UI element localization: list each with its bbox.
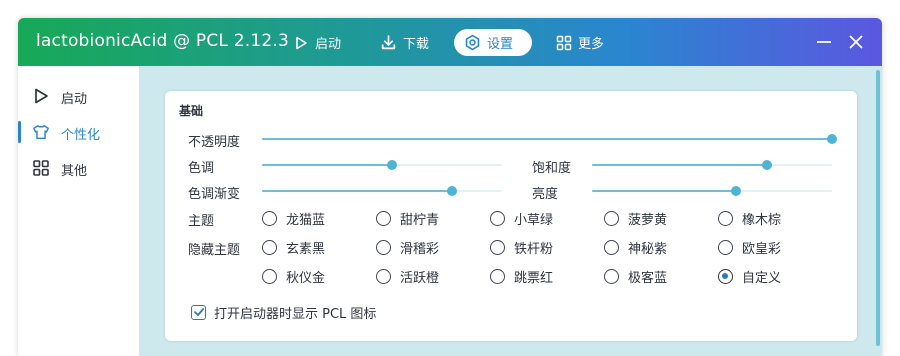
radio-label: 活跃橙 — [400, 270, 440, 286]
saturation-slider[interactable] — [592, 160, 832, 170]
theme-radio[interactable]: 小草绿 — [490, 209, 554, 228]
radio-label: 小草绿 — [514, 212, 554, 228]
nav-settings-label: 设置 — [487, 37, 514, 52]
basics-card: 基础 不透明度 色调 饱和度 色调渐变 亮度 主题 隐藏主题 打开启动器时显示 … — [165, 91, 857, 341]
brightness-label: 亮度 — [532, 187, 559, 202]
radio-circle[interactable] — [718, 268, 733, 284]
radio-label: 龙猫蓝 — [286, 212, 326, 228]
radio-circle[interactable] — [490, 210, 505, 226]
opacity-label: 不透明度 — [188, 135, 241, 150]
theme-radio[interactable]: 甜柠青 — [376, 209, 440, 228]
nav-launch-label: 启动 — [315, 37, 342, 52]
theme-radio[interactable]: 欧皇彩 — [718, 238, 782, 257]
radio-label: 自定义 — [742, 270, 782, 286]
show-pcl-icon-checkbox[interactable]: 打开启动器时显示 PCL 图标 — [191, 303, 377, 322]
hue-gradient-slider[interactable] — [262, 186, 502, 196]
nav-download-label: 下载 — [403, 37, 430, 52]
theme-radio[interactable]: 极客蓝 — [604, 267, 668, 286]
radio-label: 欧皇彩 — [742, 241, 782, 257]
radio-label: 菠萝黄 — [628, 212, 668, 228]
radio-circle[interactable] — [490, 268, 505, 284]
slider-thumb[interactable] — [386, 160, 397, 170]
hidden-theme-label: 隐藏主题 — [188, 243, 241, 258]
radio-label: 铁杆粉 — [514, 241, 554, 257]
minimize-icon[interactable] — [814, 32, 834, 52]
radio-circle[interactable] — [604, 268, 619, 284]
launcher-window: lactobionicAcid @ PCL 2.12.3 启动 下载 设置 更多… — [18, 18, 882, 356]
sidebar-item-personalize[interactable]: 个性化 — [18, 115, 139, 149]
sidebar-item-launch[interactable]: 启动 — [18, 79, 139, 113]
radio-circle[interactable] — [604, 239, 619, 255]
hue-slider[interactable] — [262, 160, 502, 170]
theme-radio[interactable]: 跳票红 — [490, 267, 554, 286]
radio-label: 玄素黑 — [286, 241, 326, 257]
nav-download-button[interactable]: 下载 — [370, 29, 439, 56]
radio-label: 跳票红 — [514, 270, 554, 286]
radio-circle[interactable] — [718, 210, 733, 226]
slider-thumb[interactable] — [446, 186, 457, 196]
nav-settings-button[interactable]: 设置 — [454, 29, 532, 56]
theme-radio[interactable]: 橡木棕 — [718, 209, 782, 228]
opacity-slider[interactable] — [262, 134, 837, 144]
radio-circle[interactable] — [718, 239, 733, 255]
sidebar-item-label: 启动 — [61, 92, 88, 107]
theme-radio[interactable]: 玄素黑 — [262, 238, 326, 257]
radio-circle[interactable] — [490, 239, 505, 255]
radio-label: 橡木棕 — [742, 212, 782, 228]
radio-circle[interactable] — [262, 210, 277, 226]
nav-more-label: 更多 — [578, 37, 605, 52]
sidebar: 启动 个性化 其他 — [18, 66, 139, 356]
sidebar-item-label: 其他 — [61, 164, 88, 179]
download-icon — [381, 35, 396, 50]
radio-circle[interactable] — [376, 268, 391, 284]
theme-radio[interactable]: 菠萝黄 — [604, 209, 668, 228]
app-title: lactobionicAcid @ PCL 2.12.3 — [36, 31, 289, 51]
nav-launch-button[interactable]: 启动 — [283, 29, 351, 56]
radio-label: 秋仪金 — [286, 270, 326, 286]
radio-label: 滑稽彩 — [400, 241, 440, 257]
checkbox-box[interactable] — [191, 304, 206, 320]
radio-circle[interactable] — [262, 239, 277, 255]
section-title: 基础 — [179, 104, 204, 118]
theme-radio[interactable]: 龙猫蓝 — [262, 209, 326, 228]
theme-radio[interactable]: 神秘紫 — [604, 238, 668, 257]
slider-thumb[interactable] — [731, 186, 741, 196]
theme-radio[interactable]: 自定义 — [718, 267, 782, 286]
grid-icon — [33, 160, 49, 176]
play-icon — [296, 36, 307, 49]
sidebar-item-label: 个性化 — [61, 128, 101, 143]
theme-radio[interactable]: 滑稽彩 — [376, 238, 440, 257]
theme-label: 主题 — [188, 214, 215, 229]
close-icon[interactable] — [846, 32, 866, 52]
theme-radio[interactable]: 活跃橙 — [376, 267, 440, 286]
hue-gradient-label: 色调渐变 — [188, 187, 241, 202]
radio-circle[interactable] — [604, 210, 619, 226]
sidebar-item-other[interactable]: 其他 — [18, 151, 139, 185]
shirt-icon — [33, 124, 49, 140]
radio-label: 神秘紫 — [628, 241, 668, 257]
brightness-slider[interactable] — [592, 186, 832, 196]
radio-circle[interactable] — [262, 268, 277, 284]
nav-more-button[interactable]: 更多 — [546, 29, 614, 56]
theme-radio[interactable]: 铁杆粉 — [490, 238, 554, 257]
settings-icon — [465, 34, 480, 51]
title-bar: lactobionicAcid @ PCL 2.12.3 启动 下载 设置 更多 — [18, 18, 882, 66]
radio-label: 甜柠青 — [400, 212, 440, 228]
play-icon — [35, 88, 48, 104]
saturation-label: 饱和度 — [532, 161, 572, 176]
radio-circle[interactable] — [376, 210, 391, 226]
slider-thumb[interactable] — [827, 134, 837, 144]
slider-thumb[interactable] — [762, 160, 773, 170]
radio-label: 极客蓝 — [628, 270, 668, 286]
checkbox-label: 打开启动器时显示 PCL 图标 — [214, 306, 377, 322]
checkmark-icon — [193, 308, 204, 316]
grid-icon — [556, 35, 572, 50]
scrollbar[interactable] — [876, 70, 880, 346]
hue-label: 色调 — [188, 161, 215, 176]
radio-circle[interactable] — [376, 239, 391, 255]
theme-radio[interactable]: 秋仪金 — [262, 267, 326, 286]
